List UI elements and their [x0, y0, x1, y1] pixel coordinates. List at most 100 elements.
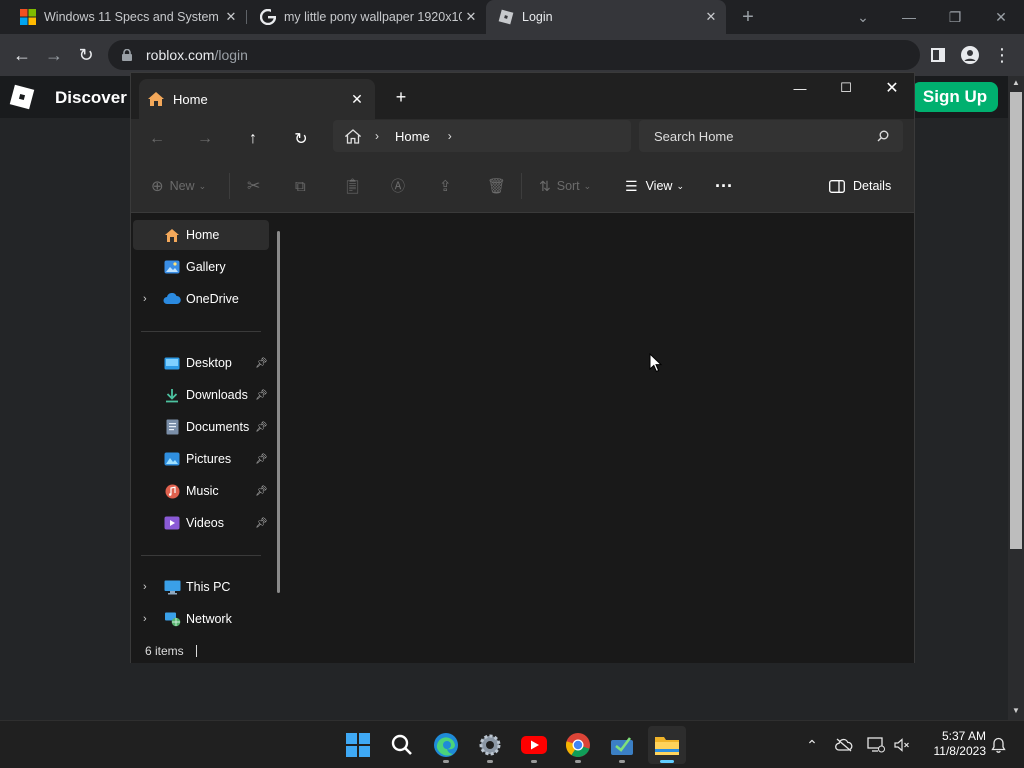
- breadcrumb-home[interactable]: Home: [395, 129, 430, 144]
- settings-icon[interactable]: [474, 729, 506, 761]
- windows-logo-icon: [20, 9, 36, 25]
- onedrive-offline-icon[interactable]: [832, 733, 856, 757]
- browser-tab-active[interactable]: Login ✕: [486, 0, 726, 34]
- system-clock[interactable]: 5:37 AM 11/8/2023: [916, 729, 987, 759]
- copy-icon[interactable]: ⧉: [295, 171, 306, 201]
- close-tab-icon[interactable]: ✕: [702, 9, 720, 25]
- sidebar-item-desktop[interactable]: Desktop 📌︎: [133, 348, 269, 378]
- pin-icon[interactable]: 📌︎: [255, 358, 268, 369]
- pin-icon[interactable]: 📌︎: [255, 486, 268, 497]
- sidebar-item-this-pc[interactable]: › This PC: [133, 572, 269, 602]
- new-button[interactable]: ⊕ New ⌄: [151, 171, 206, 201]
- url-text: roblox.com/login: [146, 47, 248, 63]
- chrome-icon[interactable]: [562, 729, 594, 761]
- profile-avatar-icon[interactable]: [956, 41, 984, 69]
- home-icon: [163, 227, 181, 243]
- file-list-area[interactable]: [289, 214, 914, 639]
- close-window-button[interactable]: ✕: [869, 73, 915, 103]
- start-icon[interactable]: [342, 729, 374, 761]
- new-tab-button[interactable]: +: [734, 0, 762, 34]
- roblox-logo-icon[interactable]: [9, 84, 35, 110]
- close-tab-icon[interactable]: ✕: [347, 91, 367, 108]
- more-options-icon[interactable]: ···: [715, 171, 733, 201]
- pin-icon[interactable]: 📌︎: [255, 422, 268, 433]
- back-arrow-icon[interactable]: ←: [141, 125, 173, 153]
- search-input[interactable]: Search Home: [639, 120, 903, 152]
- explorer-tab[interactable]: Home ✕: [139, 79, 375, 119]
- sidebar-item-documents[interactable]: Documents 📌︎: [133, 412, 269, 442]
- address-bar[interactable]: roblox.com/login: [108, 40, 920, 70]
- maximize-button[interactable]: ☐: [823, 73, 869, 103]
- music-icon: [163, 483, 181, 499]
- forward-arrow-icon[interactable]: →: [189, 125, 221, 153]
- downloads-icon: [163, 387, 181, 403]
- chevron-right-icon[interactable]: ›: [143, 581, 153, 593]
- view-list-icon: ☰: [625, 177, 638, 194]
- forward-button[interactable]: →: [40, 41, 68, 69]
- lock-icon[interactable]: [120, 49, 134, 61]
- close-tab-icon[interactable]: ✕: [462, 9, 480, 25]
- side-panel-icon[interactable]: [924, 41, 952, 69]
- navigation-pane-scrollbar[interactable]: [277, 231, 280, 593]
- breadcrumb-chevron-icon[interactable]: ›: [448, 129, 452, 143]
- share-icon[interactable]: ⇪: [439, 171, 452, 201]
- pin-icon[interactable]: 📌︎: [255, 518, 268, 529]
- sidebar-item-downloads[interactable]: Downloads 📌︎: [133, 380, 269, 410]
- search-icon[interactable]: [877, 130, 889, 142]
- refresh-icon[interactable]: ↻: [285, 125, 317, 153]
- volume-muted-icon[interactable]: [890, 733, 914, 757]
- mouse-cursor-icon: [649, 353, 663, 373]
- sidebar-item-label: Downloads: [186, 388, 248, 402]
- sidebar-item-home[interactable]: Home: [133, 220, 269, 250]
- close-tab-icon[interactable]: ✕: [222, 9, 240, 25]
- sidebar-item-onedrive[interactable]: › OneDrive: [133, 284, 269, 314]
- show-hidden-icons-chevron-icon[interactable]: ⌃: [800, 733, 824, 757]
- browser-tab[interactable]: my little pony wallpaper 1920x1080 ✕: [240, 0, 486, 34]
- pin-icon[interactable]: 📌︎: [255, 390, 268, 401]
- new-tab-button[interactable]: +: [389, 85, 413, 109]
- rename-icon[interactable]: Ⓐ: [391, 171, 405, 201]
- view-button[interactable]: ☰ View ⌄: [625, 171, 684, 201]
- network-status-icon[interactable]: [864, 733, 888, 757]
- close-window-button[interactable]: ✕: [978, 0, 1024, 34]
- chevron-right-icon[interactable]: ›: [143, 293, 153, 305]
- youtube-icon[interactable]: [518, 729, 550, 761]
- breadcrumb-chevron-icon[interactable]: ›: [375, 129, 379, 143]
- nav-discover-link[interactable]: Discover: [55, 88, 127, 108]
- onedrive-cloud-icon: [163, 291, 181, 307]
- url-path: /login: [214, 47, 248, 63]
- minimize-button[interactable]: —: [777, 73, 823, 103]
- divider: [141, 555, 261, 556]
- file-explorer-icon[interactable]: [648, 726, 686, 764]
- explorer-address-bar[interactable]: › Home ›: [333, 120, 631, 152]
- edge-icon[interactable]: [430, 729, 462, 761]
- sidebar-item-network[interactable]: › Network: [133, 604, 269, 634]
- chevron-right-icon[interactable]: ›: [143, 613, 153, 625]
- up-arrow-icon[interactable]: ↑: [237, 125, 269, 153]
- page-scroll-thumb[interactable]: [1010, 92, 1022, 549]
- cut-icon[interactable]: ✂: [247, 171, 260, 201]
- delete-icon[interactable]: 🗑︎: [487, 171, 506, 201]
- scroll-down-arrow-icon[interactable]: ▼: [1012, 706, 1020, 715]
- reload-button[interactable]: ↻: [72, 41, 100, 69]
- sidebar-item-gallery[interactable]: Gallery: [133, 252, 269, 282]
- paste-icon[interactable]: 📋︎: [343, 171, 362, 201]
- sort-button[interactable]: ⇅ Sort ⌄: [539, 171, 591, 201]
- app-icon[interactable]: [606, 729, 638, 761]
- search-icon[interactable]: [386, 729, 418, 761]
- back-button[interactable]: ←: [8, 41, 36, 69]
- google-g-icon: [260, 9, 276, 25]
- menu-kebab-icon[interactable]: ⋮: [988, 41, 1016, 69]
- browser-tab[interactable]: Windows 11 Specs and System Requirements…: [0, 0, 246, 34]
- notification-bell-icon[interactable]: [986, 733, 1010, 757]
- pin-icon[interactable]: 📌︎: [255, 454, 268, 465]
- sign-up-button[interactable]: Sign Up: [912, 82, 998, 112]
- scroll-up-arrow-icon[interactable]: ▲: [1012, 78, 1020, 87]
- sidebar-item-videos[interactable]: Videos 📌︎: [133, 508, 269, 538]
- minimize-button[interactable]: —: [886, 0, 932, 34]
- sidebar-item-music[interactable]: Music 📌︎: [133, 476, 269, 506]
- details-pane-button[interactable]: Details: [829, 171, 891, 201]
- sidebar-item-pictures[interactable]: Pictures 📌︎: [133, 444, 269, 474]
- tab-search-icon[interactable]: ⌄: [840, 0, 886, 34]
- restore-button[interactable]: ❐: [932, 0, 978, 34]
